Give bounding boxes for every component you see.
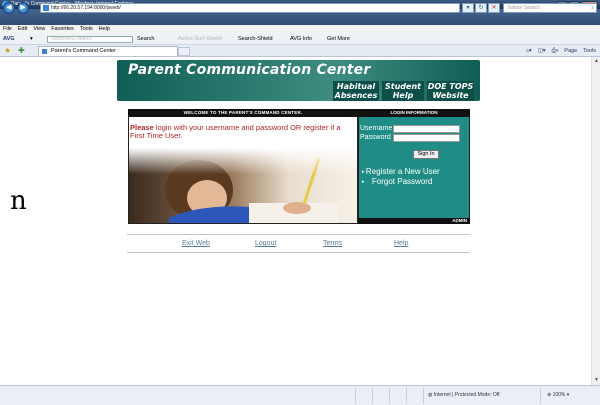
security-zone-label: Internet | Protected Mode: Off — [433, 392, 500, 398]
zoom-control[interactable]: ⊕ 100% ▾ — [540, 388, 569, 403]
tools-menu[interactable]: Tools — [583, 45, 596, 57]
username-label: Username — [360, 125, 393, 132]
tab-parents-command-center[interactable]: Parent's Command Center — [38, 46, 178, 56]
scroll-down-icon[interactable]: ▼ — [593, 377, 600, 384]
login-message-text: login with your username and password OR… — [130, 123, 341, 140]
status-cell — [389, 388, 390, 403]
tab-bar: ★ ✚ Parent's Command Center ⌂▾ ◫▾ ⎙▾ Pag… — [0, 45, 600, 57]
page-menu[interactable]: Page — [564, 45, 577, 57]
avg-search-input[interactable]: Yahoo!AVG search — [47, 36, 133, 43]
doe-tops-line2: Website — [432, 91, 469, 100]
page-icon — [43, 5, 49, 11]
feeds-icon[interactable]: ◫▾ — [538, 45, 546, 57]
student-help-button[interactable]: Student Help — [382, 81, 424, 101]
security-zone[interactable]: ◍ Internet | Protected Mode: Off — [423, 388, 533, 403]
dropdown-icon[interactable]: ▾ — [30, 34, 33, 45]
search-placeholder: Yahoo! Search — [507, 5, 540, 11]
search-icon[interactable]: ⌕ — [591, 4, 594, 12]
stop-icon[interactable]: ✕ — [488, 3, 500, 13]
status-cell — [355, 388, 356, 403]
stray-character: n — [10, 186, 27, 216]
command-bar: ⌂▾ ◫▾ ⎙▾ Page Tools — [526, 45, 596, 57]
print-icon[interactable]: ⎙▾ — [552, 45, 559, 57]
register-link[interactable]: ▸ Register a New User — [362, 167, 440, 176]
sign-in-button[interactable]: Sign In — [413, 150, 439, 159]
menu-tools[interactable]: Tools — [80, 25, 93, 34]
page-title: Parent Communication Center — [128, 62, 371, 78]
dropdown-icon[interactable]: ▾ — [462, 3, 474, 13]
new-tab-button[interactable] — [178, 47, 190, 56]
habitual-absences-line1: Habitual — [336, 82, 376, 91]
home-icon[interactable]: ⌂▾ — [526, 45, 532, 57]
doe-tops-line1: DOE TOPS — [427, 82, 474, 91]
zoom-level: 100% — [552, 392, 566, 398]
search-input[interactable]: Yahoo! Search ⌕ — [503, 3, 597, 13]
avg-info-button[interactable]: AVG Info — [290, 34, 312, 45]
footer-divider-top — [127, 234, 470, 235]
avg-toolbar: AVG ▾ Yahoo!AVG search Search Active Sur… — [0, 34, 600, 45]
password-label: Password — [360, 134, 391, 141]
scroll-up-icon[interactable]: ▲ — [593, 58, 600, 65]
menu-favorites[interactable]: Favorites — [51, 25, 74, 34]
habitual-absences-button[interactable]: Habitual Absences — [333, 81, 379, 101]
vertical-scrollbar[interactable]: ▲ ▼ — [591, 57, 600, 385]
active-surf-shield[interactable]: Active Surf-Shield — [178, 34, 222, 45]
menu-file[interactable]: File — [3, 25, 12, 34]
login-message: Please login with your username and pass… — [130, 124, 356, 140]
forgot-password-link[interactable]: ▸ Forgot Password — [362, 177, 432, 186]
footer-help[interactable]: Help — [394, 240, 408, 247]
footer-exit-web[interactable]: Exit Web — [182, 240, 210, 247]
avg-search-placeholder: Yahoo!AVG search — [50, 36, 93, 42]
username-input[interactable] — [393, 125, 460, 133]
status-bar: ◍ Internet | Protected Mode: Off ⊕ 100% … — [0, 385, 600, 405]
dropdown-icon: ▾ — [565, 392, 570, 398]
favorites-star-icon[interactable]: ★ — [4, 45, 11, 57]
page-icon — [42, 49, 47, 54]
menu-edit[interactable]: Edit — [18, 25, 27, 34]
status-cell — [406, 388, 407, 403]
refresh-icon[interactable]: ↻ — [475, 3, 487, 13]
address-url: http://66.20.57.194:8000/jsweb/ — [51, 5, 121, 11]
child-writing-photo — [129, 148, 357, 223]
back-button[interactable]: ◀ — [3, 2, 15, 14]
menu-help[interactable]: Help — [99, 25, 110, 34]
get-more-button[interactable]: Get More — [327, 34, 350, 45]
doe-tops-website-button[interactable]: DOE TOPS Website — [427, 81, 474, 101]
forward-button[interactable]: ▶ — [17, 2, 29, 14]
welcome-heading: WELCOME TO THE PARENT'S COMMAND CENTER. — [128, 109, 358, 117]
tab-label: Parent's Command Center — [51, 48, 116, 54]
forgot-password-label: Forgot Password — [371, 177, 433, 186]
admin-link[interactable]: ADMIN — [358, 218, 470, 224]
login-heading: LOGIN INFORMATION — [358, 109, 470, 117]
footer-terms[interactable]: Terms — [323, 240, 342, 247]
menu-view[interactable]: View — [33, 25, 45, 34]
student-help-line1: Student — [385, 82, 421, 91]
avg-search-button[interactable]: Search — [137, 34, 154, 45]
add-favorites-icon[interactable]: ✚ — [18, 45, 25, 57]
password-input[interactable] — [393, 134, 460, 142]
avg-brand[interactable]: AVG — [3, 34, 15, 45]
footer-divider-bottom — [127, 252, 470, 253]
footer-logout[interactable]: Logout — [255, 240, 276, 247]
menu-bar: File Edit View Favorites Tools Help — [0, 25, 600, 34]
address-buttons: ▾ ↻ ✕ — [462, 3, 500, 13]
register-link-label: Register a New User — [365, 167, 440, 176]
address-field[interactable]: http://66.20.57.194:8000/jsweb/ — [40, 3, 460, 13]
habitual-absences-line2: Absences — [334, 91, 378, 100]
status-cell — [372, 388, 373, 403]
student-help-line2: Help — [392, 91, 414, 100]
search-shield-button[interactable]: Search-Shield — [238, 34, 273, 45]
